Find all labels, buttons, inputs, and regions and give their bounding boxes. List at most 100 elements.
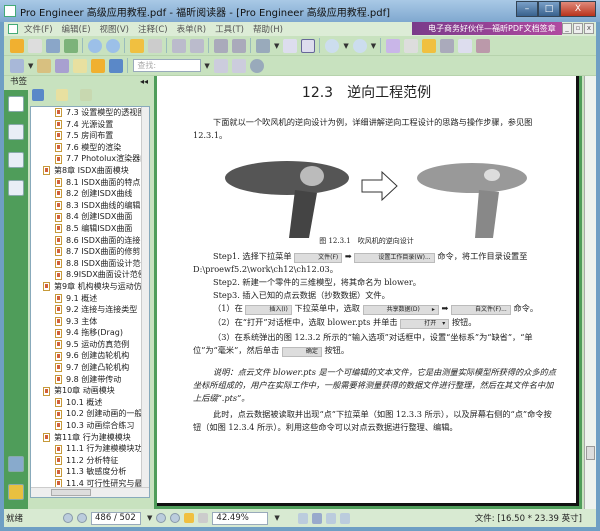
select-cursor-icon[interactable] xyxy=(422,38,437,53)
add-child-bookmark-icon[interactable] xyxy=(80,89,92,101)
tree-vertical-scrollbar[interactable] xyxy=(141,107,149,487)
next-page-button[interactable] xyxy=(156,513,167,523)
delete-bookmark-icon[interactable] xyxy=(32,89,44,101)
facing-icon[interactable] xyxy=(325,512,336,524)
chevron-down-icon[interactable]: ▼ xyxy=(28,62,33,70)
back-icon[interactable] xyxy=(130,38,144,53)
find-next-icon[interactable] xyxy=(231,58,246,73)
search-input[interactable]: 查找: xyxy=(133,59,202,72)
bookmark-item[interactable]: 8.8 ISDX曲面设计范例 xyxy=(31,258,149,270)
redo-icon[interactable] xyxy=(232,38,246,53)
menu-view[interactable]: 视图(V) xyxy=(100,23,129,35)
zoom-input[interactable]: 42.49% xyxy=(212,511,269,525)
layers-tab-icon[interactable] xyxy=(8,180,24,196)
forward-view-icon[interactable] xyxy=(198,513,209,523)
bookmark-item[interactable]: 8.3 ISDX曲线的编辑 xyxy=(31,200,149,212)
snapshot-icon[interactable] xyxy=(476,38,491,53)
hand-tool-icon[interactable] xyxy=(386,38,401,53)
forward-icon[interactable] xyxy=(148,38,162,53)
tree-horizontal-scrollbar[interactable] xyxy=(31,487,149,497)
bookmark-item[interactable]: 8.2 创建ISDX曲线 xyxy=(31,188,149,200)
first-page-button[interactable] xyxy=(63,513,74,523)
chevron-down-icon[interactable]: ▼ xyxy=(204,62,209,70)
chevron-down-icon[interactable]: ▼ xyxy=(274,42,279,50)
menu-edit[interactable]: 编辑(E) xyxy=(62,23,91,35)
pencil-icon[interactable] xyxy=(37,58,52,73)
bookmark-item[interactable]: 9.3 主体 xyxy=(31,316,149,328)
bookmark-item[interactable]: 11.1 行为建模模块功 xyxy=(31,443,149,455)
menu-comment[interactable]: 注释(C) xyxy=(138,23,168,35)
collapse-panel-button[interactable]: ◂◂ xyxy=(140,76,148,88)
fit-width-icon[interactable] xyxy=(301,38,316,53)
insert-page-icon[interactable] xyxy=(190,38,204,53)
maximize-button[interactable]: □ xyxy=(538,1,560,17)
binoculars-icon[interactable] xyxy=(440,38,455,53)
bookmark-item[interactable]: 9.2 连接与连接类型 xyxy=(31,304,149,316)
highlight-icon[interactable] xyxy=(55,58,70,73)
bookmark-item[interactable]: 7.7 Photolux渲染器的 xyxy=(31,153,149,165)
chevron-down-icon[interactable]: ▼ xyxy=(343,42,348,50)
save-icon[interactable] xyxy=(28,38,42,53)
pages-tab-icon[interactable] xyxy=(8,124,24,140)
bookmark-item[interactable]: 8.4 创建ISDX曲面 xyxy=(31,211,149,223)
bookmark-item[interactable]: 第11章 行为建模模块 xyxy=(31,432,149,444)
document-vertical-scrollbar[interactable] xyxy=(584,76,596,509)
zoom-out-icon[interactable] xyxy=(325,38,340,53)
menu-help[interactable]: 帮助(H) xyxy=(253,23,283,35)
chevron-down-icon[interactable]: ▼ xyxy=(371,42,376,50)
chevron-down-icon[interactable]: ▼ xyxy=(274,514,279,522)
continuous-facing-icon[interactable] xyxy=(339,512,350,524)
promo-banner[interactable]: 电子商务好伙伴—福昕PDF文档签章 xyxy=(412,22,562,35)
zoom-in-tool-icon[interactable] xyxy=(256,38,270,53)
textbox-icon[interactable] xyxy=(73,58,88,73)
bookmarks-tab-icon[interactable] xyxy=(8,96,24,112)
bookmark-item[interactable]: 8.9ISDX曲面设计范例 xyxy=(31,269,149,281)
prev-page-button[interactable] xyxy=(77,513,88,523)
bookmark-item[interactable]: 9.1 概述 xyxy=(31,293,149,305)
bookmark-item[interactable]: 7.4 光源设置 xyxy=(31,119,149,131)
new-bookmark-icon[interactable] xyxy=(56,89,68,101)
menu-form[interactable]: 表单(R) xyxy=(177,23,207,35)
single-page-icon[interactable] xyxy=(297,512,308,524)
bookmark-item[interactable]: 9.8 创建带传动 xyxy=(31,374,149,386)
bookmark-item[interactable]: 9.4 拖移(Drag) xyxy=(31,327,149,339)
chat-icon[interactable] xyxy=(8,456,24,472)
email-icon[interactable] xyxy=(64,38,78,53)
doc-close-button[interactable]: x xyxy=(584,23,594,34)
bookmark-item[interactable]: 9.7 创建凸轮机构 xyxy=(31,362,149,374)
bookmark-item[interactable]: 8.7 ISDX曲面的修剪 xyxy=(31,246,149,258)
print-icon[interactable] xyxy=(46,38,60,53)
bookmark-item[interactable]: 9.6 创建齿轮机构 xyxy=(31,350,149,362)
minimize-button[interactable]: – xyxy=(516,1,538,17)
page-number-input[interactable]: 486 / 502 xyxy=(91,511,142,525)
bookmark-item[interactable]: 8.1 ISDX曲面的特点 xyxy=(31,177,149,189)
extract-page-icon[interactable] xyxy=(172,38,186,53)
bookmark-item[interactable]: 10.1 概述 xyxy=(31,397,149,409)
bookmark-item[interactable]: 8.6 ISDX曲面的连接 xyxy=(31,235,149,247)
find-prev-icon[interactable] xyxy=(213,58,228,73)
menu-tools[interactable]: 工具(T) xyxy=(215,23,244,35)
close-button[interactable]: X xyxy=(560,1,596,17)
fit-page-icon[interactable] xyxy=(283,38,298,53)
attachment-icon[interactable] xyxy=(8,484,24,500)
bookmark-item[interactable]: 第9章 机构模块与运动仿 xyxy=(31,281,149,293)
zoom-in-icon[interactable] xyxy=(352,38,367,53)
arrow-icon[interactable] xyxy=(109,58,124,73)
comments-tab-icon[interactable] xyxy=(8,152,24,168)
select-text-icon[interactable] xyxy=(404,38,419,53)
bookmark-item[interactable]: 第10章 动画模块 xyxy=(31,385,149,397)
back-view-icon[interactable] xyxy=(184,513,195,523)
bookmark-item[interactable]: 7.6 模型的渲染 xyxy=(31,142,149,154)
bookmark-item[interactable]: 9.5 运动仿真范例 xyxy=(31,339,149,351)
bookmark-item[interactable]: 7.5 房间布置 xyxy=(31,130,149,142)
bookmark-item[interactable]: 11.2 分析特征 xyxy=(31,455,149,467)
doc-minimize-button[interactable]: _ xyxy=(562,23,572,34)
bookmark-item[interactable]: 10.2 创建动画的一般 xyxy=(31,408,149,420)
bookmark-item[interactable]: 11.3 敏感度分析 xyxy=(31,466,149,478)
bookmark-item[interactable]: 7.3 设置模型的透视图 xyxy=(31,107,149,119)
chevron-down-icon[interactable]: ▼ xyxy=(147,514,152,522)
search-icon[interactable] xyxy=(249,58,264,73)
next-page-icon[interactable] xyxy=(106,38,120,53)
bookmark-item[interactable]: 8.5 编辑ISDX曲面 xyxy=(31,223,149,235)
last-page-button[interactable] xyxy=(170,513,181,523)
